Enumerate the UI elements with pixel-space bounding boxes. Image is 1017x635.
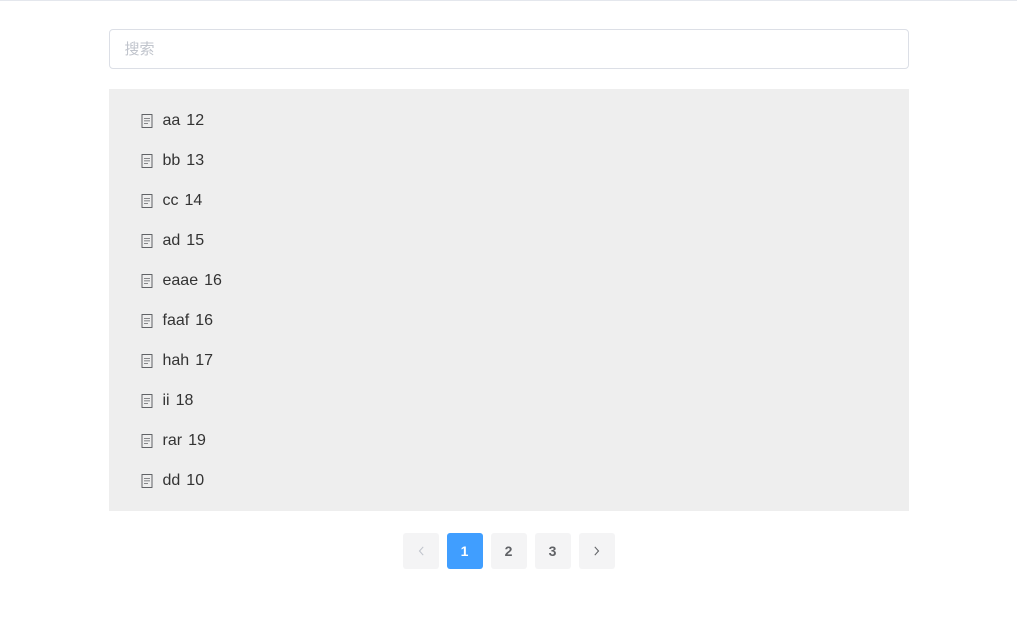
item-age: 19 <box>188 429 206 453</box>
list-item[interactable]: cc 14 <box>139 181 879 221</box>
document-icon <box>139 433 155 449</box>
list-item[interactable]: eaae 16 <box>139 261 879 301</box>
item-age: 16 <box>204 269 222 293</box>
pager-page-label: 1 <box>461 543 469 559</box>
search-input[interactable] <box>109 29 909 69</box>
item-age: 12 <box>186 109 204 133</box>
document-icon <box>139 273 155 289</box>
item-age: 13 <box>186 149 204 173</box>
chevron-right-icon <box>591 545 603 557</box>
item-age: 15 <box>186 229 204 253</box>
pager-prev-button <box>403 533 439 569</box>
list-item[interactable]: ii 18 <box>139 381 879 421</box>
pager-page-button[interactable]: 2 <box>491 533 527 569</box>
item-name: cc <box>163 189 179 213</box>
pager-next-button[interactable] <box>579 533 615 569</box>
document-icon <box>139 153 155 169</box>
item-age: 18 <box>176 389 194 413</box>
results-list: aa 12 bb 13 cc 14 ad 15 eaae 16 <box>109 89 909 511</box>
document-icon <box>139 313 155 329</box>
document-icon <box>139 353 155 369</box>
item-age: 14 <box>185 189 203 213</box>
item-name: dd <box>163 469 181 493</box>
pagination: 1 2 3 <box>109 533 909 569</box>
item-name: rar <box>163 429 183 453</box>
item-age: 10 <box>186 469 204 493</box>
list-item[interactable]: ad 15 <box>139 221 879 261</box>
list-item[interactable]: faaf 16 <box>139 301 879 341</box>
pager-page-label: 2 <box>505 543 513 559</box>
list-item[interactable]: aa 12 <box>139 101 879 141</box>
item-name: faaf <box>163 309 190 333</box>
pager-page-button[interactable]: 3 <box>535 533 571 569</box>
item-name: ii <box>163 389 170 413</box>
list-item[interactable]: hah 17 <box>139 341 879 381</box>
list-item[interactable]: bb 13 <box>139 141 879 181</box>
document-icon <box>139 473 155 489</box>
item-name: ad <box>163 229 181 253</box>
pager-page-label: 3 <box>549 543 557 559</box>
document-icon <box>139 233 155 249</box>
document-icon <box>139 193 155 209</box>
item-name: bb <box>163 149 181 173</box>
item-name: eaae <box>163 269 199 293</box>
pager-page-button[interactable]: 1 <box>447 533 483 569</box>
item-name: hah <box>163 349 190 373</box>
item-name: aa <box>163 109 181 133</box>
list-item[interactable]: rar 19 <box>139 421 879 461</box>
document-icon <box>139 113 155 129</box>
item-age: 17 <box>195 349 213 373</box>
item-age: 16 <box>195 309 213 333</box>
chevron-left-icon <box>415 545 427 557</box>
document-icon <box>139 393 155 409</box>
list-item[interactable]: dd 10 <box>139 461 879 501</box>
